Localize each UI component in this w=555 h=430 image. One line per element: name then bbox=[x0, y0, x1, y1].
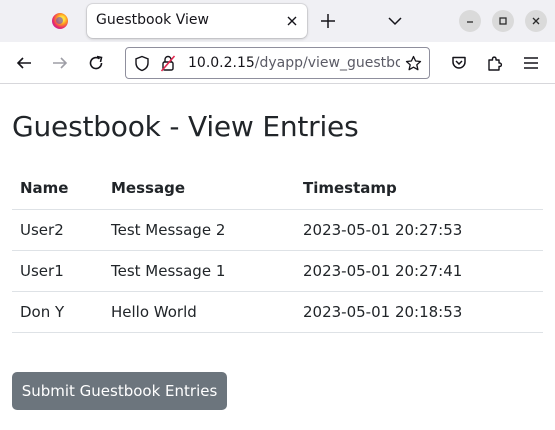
url-bar[interactable]: 10.0.2.15/dyapp/view_guestbook bbox=[125, 47, 430, 79]
pocket-icon[interactable] bbox=[450, 54, 468, 72]
url-text: 10.0.2.15/dyapp/view_guestbook bbox=[188, 55, 400, 71]
reload-icon[interactable] bbox=[87, 54, 105, 72]
column-header-timestamp: Timestamp bbox=[295, 167, 543, 210]
tab-guestbook-view[interactable]: Guestbook View bbox=[87, 4, 307, 38]
guestbook-table: Name Message Timestamp User2 Test Messag… bbox=[12, 167, 543, 333]
minimize-button[interactable] bbox=[459, 10, 481, 32]
entry-timestamp: 2023-05-01 20:27:53 bbox=[295, 209, 543, 251]
maximize-icon bbox=[499, 17, 507, 25]
entry-message: Hello World bbox=[103, 291, 295, 333]
chevron-down-icon[interactable] bbox=[386, 12, 404, 30]
forward-arrow-icon[interactable] bbox=[51, 54, 69, 72]
entry-timestamp: 2023-05-01 20:18:53 bbox=[295, 291, 543, 333]
url-host: 10.0.2.15 bbox=[188, 55, 255, 71]
insecure-lock-icon[interactable] bbox=[160, 54, 176, 73]
entry-name: Don Y bbox=[12, 291, 103, 333]
tab-title: Guestbook View bbox=[96, 12, 209, 28]
entry-message: Test Message 1 bbox=[103, 250, 295, 292]
plus-icon[interactable] bbox=[319, 12, 337, 30]
entry-name: User2 bbox=[12, 209, 103, 251]
page-title: Guestbook - View Entries bbox=[12, 110, 359, 143]
table-row: Don Y Hello World 2023-05-01 20:18:53 bbox=[12, 291, 543, 333]
submit-guestbook-entries-button[interactable]: Submit Guestbook Entries bbox=[12, 372, 227, 410]
table-row: User2 Test Message 2 2023-05-01 20:27:53 bbox=[12, 209, 543, 251]
tab-strip: Guestbook View bbox=[0, 0, 555, 42]
back-arrow-icon[interactable] bbox=[15, 54, 33, 72]
column-header-message: Message bbox=[103, 167, 295, 210]
nav-bar: 10.0.2.15/dyapp/view_guestbook bbox=[0, 42, 555, 84]
star-icon[interactable] bbox=[405, 55, 422, 72]
close-window-button[interactable] bbox=[525, 10, 547, 32]
puzzle-icon[interactable] bbox=[486, 54, 504, 72]
firefox-icon[interactable] bbox=[52, 13, 68, 29]
entry-timestamp: 2023-05-01 20:27:41 bbox=[295, 250, 543, 292]
table-header-row: Name Message Timestamp bbox=[12, 167, 543, 210]
hamburger-menu-icon[interactable] bbox=[522, 54, 540, 72]
close-icon bbox=[532, 17, 540, 25]
minimize-icon bbox=[467, 21, 473, 23]
url-path: /dyapp/view_guestbook bbox=[254, 55, 400, 71]
maximize-button[interactable] bbox=[492, 10, 514, 32]
entry-message: Test Message 2 bbox=[103, 209, 295, 251]
table-row: User1 Test Message 1 2023-05-01 20:27:41 bbox=[12, 250, 543, 292]
close-icon[interactable] bbox=[284, 13, 300, 29]
entry-name: User1 bbox=[12, 250, 103, 292]
shield-icon[interactable] bbox=[134, 55, 150, 72]
column-header-name: Name bbox=[12, 167, 103, 210]
